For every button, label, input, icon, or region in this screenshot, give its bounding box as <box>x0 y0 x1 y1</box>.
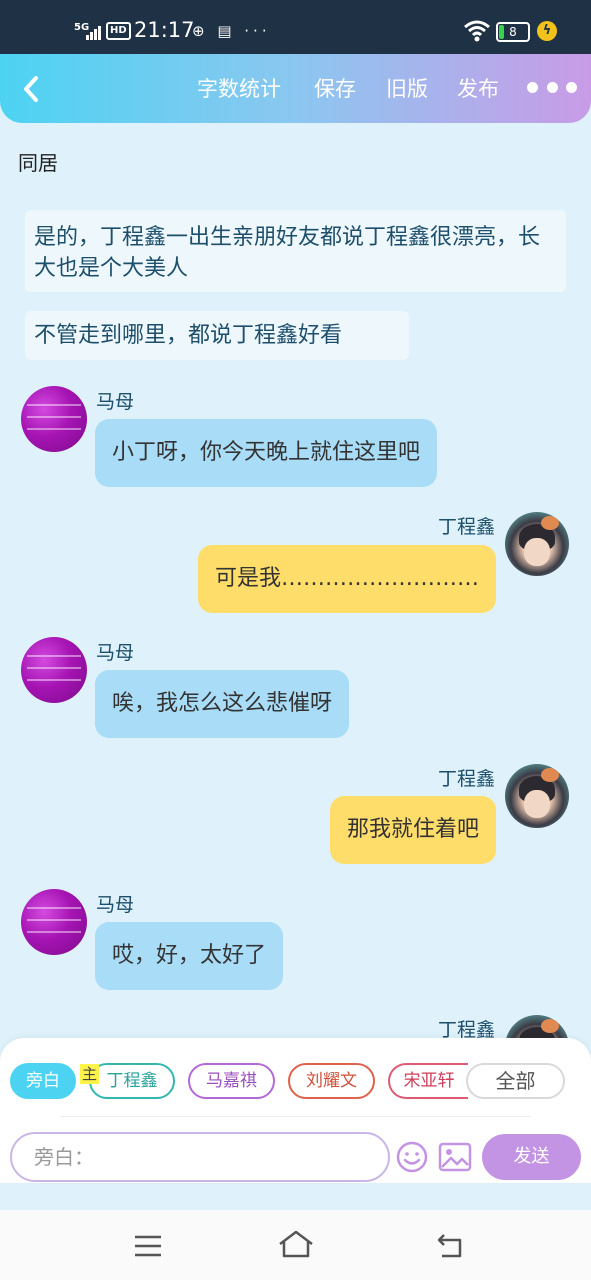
status-extra-icons: ⊕ ▤ ··· <box>192 22 271 40</box>
narration-block[interactable]: 不管走到哪里，都说丁程鑫好看 <box>25 311 409 360</box>
main-role-badge: 主 <box>80 1064 100 1084</box>
nav-back-icon[interactable] <box>434 1230 466 1262</box>
role-chip-song-yaxuan[interactable]: 宋亚轩 <box>388 1063 468 1099</box>
divider <box>60 1116 531 1117</box>
avatar-ma-mu[interactable] <box>21 889 87 955</box>
message-bubble[interactable]: 小丁呀，你今天晚上就住这里吧 <box>95 419 438 487</box>
speaker-name: 马母 <box>96 894 135 916</box>
scene-title: 同居 <box>18 151 58 175</box>
wifi-icon <box>464 20 490 42</box>
speaker-name: 马母 <box>96 642 135 664</box>
avatar-ma-mu[interactable] <box>21 637 87 703</box>
battery-fill <box>499 25 504 39</box>
avatar-ding-chengxin[interactable] <box>505 764 569 828</box>
send-button[interactable]: 发送 <box>482 1134 581 1180</box>
charging-icon: ϟ <box>537 21 557 41</box>
status-time: 21:17 <box>134 18 195 42</box>
role-chip-narrator[interactable]: 旁白 <box>10 1063 76 1099</box>
back-icon <box>24 76 38 102</box>
composer-panel: 旁白 丁程鑫 主 马嘉祺 刘耀文 宋亚轩 全部 发送 <box>0 1038 591 1183</box>
save-button[interactable]: 保存 <box>314 74 356 104</box>
image-icon[interactable] <box>437 1140 473 1174</box>
battery-level: 8 <box>509 25 517 39</box>
back-button[interactable] <box>18 72 48 106</box>
word-count-button[interactable]: 字数统计 <box>197 74 281 104</box>
message-bubble[interactable]: 那我就住着吧 <box>329 796 496 864</box>
speaker-name: 丁程鑫 <box>437 516 495 538</box>
nav-menu-icon[interactable] <box>132 1232 164 1260</box>
system-nav-bar <box>0 1210 591 1280</box>
role-chip-liu-yaowen[interactable]: 刘耀文 <box>288 1063 375 1099</box>
old-version-button[interactable]: 旧版 <box>386 74 428 104</box>
narration-block[interactable]: 是的，丁程鑫一出生亲朋好友都说丁程鑫很漂亮，长大也是个大美人 <box>25 210 566 292</box>
avatar-ding-chengxin[interactable] <box>505 512 569 576</box>
publish-button[interactable]: 发布 <box>457 74 499 104</box>
hd-badge: HD <box>106 22 131 40</box>
message-bubble[interactable]: 哎，好，太好了 <box>95 922 284 990</box>
signal-icon <box>86 26 101 40</box>
message-input[interactable] <box>10 1132 390 1182</box>
role-chip-all[interactable]: 全部 <box>466 1063 565 1099</box>
role-chip-ma-jiaqi[interactable]: 马嘉祺 <box>188 1063 275 1099</box>
message-bubble[interactable]: 可是我……………………… <box>197 545 496 613</box>
more-icon[interactable] <box>527 82 577 96</box>
status-bar: 5G HD 21:17 ⊕ ▤ ··· 8 ϟ <box>0 0 591 54</box>
emoji-icon[interactable] <box>395 1140 429 1174</box>
top-toolbar: 字数统计 保存 旧版 发布 <box>0 54 591 123</box>
nav-home-icon[interactable] <box>276 1226 316 1262</box>
speaker-name: 丁程鑫 <box>437 768 495 790</box>
battery-icon: 8 <box>496 22 530 42</box>
role-chip-ding-chengxin[interactable]: 丁程鑫 <box>89 1063 175 1099</box>
message-bubble[interactable]: 唉，我怎么这么悲催呀 <box>95 670 350 738</box>
speaker-name: 马母 <box>96 391 135 413</box>
avatar-ma-mu[interactable] <box>21 386 87 452</box>
